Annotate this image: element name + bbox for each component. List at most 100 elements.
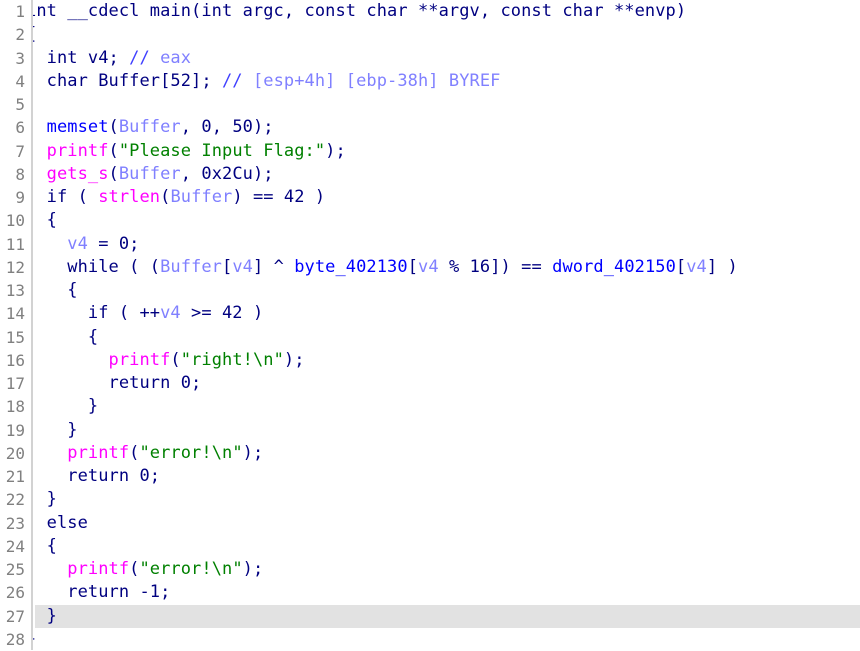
code-line-text[interactable]: printf("error!\n"); [26,558,263,581]
code-line[interactable]: 5 [0,93,860,116]
code-token: printf [67,559,130,579]
code-line[interactable]: 21 return 0; [0,465,860,488]
code-line[interactable]: 15 { [0,326,860,349]
code-token: int __cdecl main(int argc, const char **… [26,1,687,21]
code-token: [esp+4h] [ebp-38h] BYREF [242,70,501,91]
code-line[interactable]: 10 { [0,209,860,232]
code-token: ); [283,349,305,370]
code-line[interactable]: 23 else [0,512,860,535]
code-line-text[interactable]: else [26,512,88,535]
code-line-text[interactable]: } [26,628,36,651]
line-number: 27 [5,606,25,626]
code-token: ] ^ [252,256,295,277]
code-token: return -1; [26,582,171,603]
code-line[interactable]: 27 } [0,604,860,628]
code-line[interactable]: 18 } [0,395,860,418]
line-number: 25 [5,560,25,579]
pseudocode-view[interactable]: 1 int __cdecl main(int argc, const char *… [0,0,860,650]
code-token: ( [160,187,171,207]
line-number: 6 [15,118,25,138]
code-line[interactable]: 2{ [0,23,860,46]
code-line-list[interactable]: 1 int __cdecl main(int argc, const char *… [0,0,860,651]
code-line[interactable]: 19 } [0,419,860,442]
code-line-text[interactable]: } [26,488,57,511]
code-line[interactable]: 20 printf("error!\n"); [0,442,860,465]
code-token: while ( ( [26,256,161,277]
code-line-text[interactable]: gets_s(Buffer, 0x2Cu); [26,163,274,186]
code-line[interactable]: 25 printf("error!\n"); [0,558,860,581]
code-line[interactable]: 11 v4 = 0; [0,233,860,256]
code-line-text[interactable]: while ( (Buffer[v4] ^ byte_402130[v4 % 1… [26,256,738,279]
code-line-text[interactable]: { [26,326,98,349]
code-line[interactable]: 7 printf("Please Input Flag:"); [0,140,860,163]
code-token: memset [46,117,109,138]
code-line[interactable]: 16 printf("right!\n"); [0,349,860,372]
code-token: [ [675,256,687,277]
code-line[interactable]: 13 { [0,279,860,302]
code-token: char Buffer[52]; [26,70,222,91]
line-number: 16 [5,350,25,370]
line-number: 17 [5,374,25,393]
code-token: return 0; [26,373,202,393]
code-line-text[interactable]: memset(Buffer, 0, 50); [26,116,274,139]
code-line-text[interactable]: { [26,279,78,302]
code-line[interactable]: 4 char Buffer[52]; // [esp+4h] [ebp-38h]… [0,70,860,93]
code-line[interactable]: 3 int v4; // eax [0,47,860,70]
code-token: { [26,535,57,556]
code-line[interactable]: 12 while ( (Buffer[v4] ^ byte_402130[v4 … [0,256,860,279]
code-line-text[interactable]: int v4; // eax [26,47,191,70]
code-token: strlen [98,187,161,207]
code-token: } [26,628,37,649]
code-token: ); [242,442,264,463]
code-token: byte_402130 [294,256,408,277]
code-line[interactable]: 1 int __cdecl main(int argc, const char *… [0,0,860,23]
line-number: 9 [15,188,25,207]
code-line[interactable]: 28} [0,628,860,651]
code-line[interactable]: 24 { [0,535,860,558]
code-token: [ [221,256,233,277]
code-line-text[interactable]: } [26,395,98,418]
code-line[interactable]: 9 if ( strlen(Buffer) == 42 ) [0,186,860,209]
code-line-text[interactable]: v4 = 0; [26,233,139,256]
code-token: ( [129,559,140,579]
code-line-text[interactable]: if ( strlen(Buffer) == 42 ) [26,186,325,209]
code-line-text[interactable]: printf("right!\n"); [26,349,305,372]
code-line-text[interactable]: { [26,535,57,558]
code-line[interactable]: 26 return -1; [0,581,860,604]
code-token: v4 [232,256,253,277]
code-line[interactable]: 6 memset(Buffer, 0, 50); [0,116,860,139]
line-number: 4 [15,71,25,91]
code-line[interactable]: 14 if ( ++v4 >= 42 ) [0,302,860,325]
code-token: if ( [26,187,99,207]
code-token: { [26,326,99,347]
code-line-text[interactable]: { [26,23,36,46]
code-line-text[interactable]: char Buffer[52]; // [esp+4h] [ebp-38h] B… [26,70,501,93]
code-line[interactable]: 8 gets_s(Buffer, 0x2Cu); [0,163,860,186]
code-line-text[interactable]: return 0; [26,465,160,488]
code-line-text[interactable]: if ( ++v4 >= 42 ) [26,302,263,325]
code-token: ); [325,140,346,161]
code-token: ( [108,140,119,161]
line-number: 12 [5,257,25,277]
code-token: } [26,419,78,440]
code-line-text[interactable]: int __cdecl main(int argc, const char **… [26,0,686,23]
line-number: 19 [5,420,25,440]
code-line-text[interactable]: return -1; [26,581,170,604]
line-number: 21 [5,467,25,486]
code-line-text[interactable]: } [26,605,57,628]
code-token: "error!\n" [139,442,243,463]
code-token: } [26,489,57,510]
code-token: Buffer [170,187,233,207]
code-token: if ( ++ [26,303,161,324]
code-line-text[interactable]: printf("Please Input Flag:"); [26,140,346,163]
code-token: return 0; [26,466,161,486]
code-line[interactable]: 17 return 0; [0,372,860,395]
code-line[interactable]: 22 } [0,488,860,511]
code-line-text[interactable]: } [26,419,78,442]
code-token: ] ) [706,256,738,277]
code-line-text[interactable]: printf("error!\n"); [26,442,263,465]
code-line-text[interactable]: return 0; [26,372,202,395]
code-line-text[interactable]: { [26,209,57,232]
